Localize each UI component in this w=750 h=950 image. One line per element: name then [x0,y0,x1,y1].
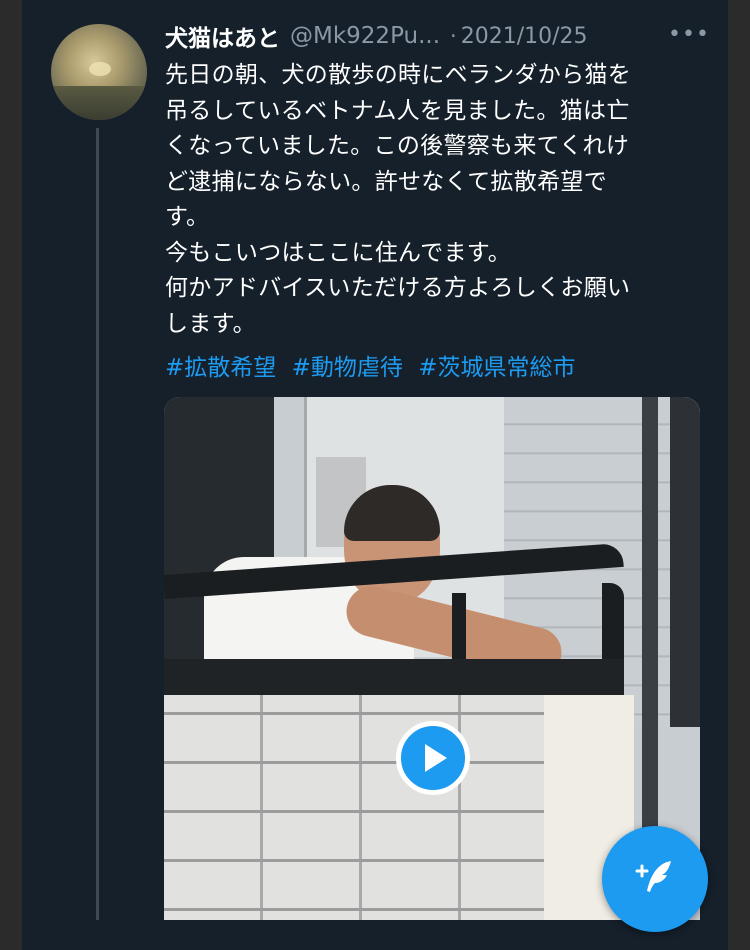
tweet-text-line: します。 [165,310,256,337]
avatar-landscape [51,86,147,120]
avatar-sun [89,62,111,76]
tweet-text-line: 吊るしているベトナム人を見ました。猫は亡 [165,97,630,124]
tweet-text: 先日の朝、犬の散歩の時にベランダから猫を 吊るしているベトナム人を見ました。猫は… [165,58,705,342]
tweet-text-line: 先日の朝、犬の散歩の時にベランダから猫を [165,62,631,88]
compose-feather-icon [635,861,671,892]
hashtag-link[interactable]: #茨城県常総市 [418,355,575,381]
tweet-text-line: 何かアドバイスいただける方よろしくお願い [165,275,631,301]
compose-tweet-button[interactable] [602,826,708,932]
hashtag-link[interactable]: #動物虐待 [292,355,403,381]
avatar[interactable] [51,24,147,120]
device-frame-right [728,0,750,950]
play-icon[interactable] [396,721,470,795]
user-handle[interactable]: @Mk922Pu... [290,23,440,49]
display-name[interactable]: 犬猫はあと [165,19,280,53]
tweet-date[interactable]: 2021/10/25 [461,24,588,49]
tweet-text-line: 今もこいつはここに住んでます。 [165,239,512,266]
tweet-text-line: ど逮捕にならない。許せなくて拡散希望で [165,168,608,195]
hashtag-link[interactable]: #拡散希望 [165,355,276,381]
play-triangle [425,744,447,772]
tweet-header: 犬猫はあと @Mk922Pu... · 2021/10/25 [165,18,588,54]
photo-wall-cap [164,659,624,697]
tweet-text-line: くなっていました。この後警察も来てくれけ [165,133,630,159]
hashtag-list: #拡散希望 #動物虐待 #茨城県常総市 [165,348,583,382]
device-frame-left [0,0,22,950]
separator-dot: · [450,24,457,48]
photo-window [670,397,700,727]
more-options-icon[interactable]: ••• [668,22,710,47]
tweet-text-line: す。 [165,204,210,230]
timeline-bottom [22,920,728,950]
photo-rail-post [452,593,466,663]
thread-line [96,128,99,928]
